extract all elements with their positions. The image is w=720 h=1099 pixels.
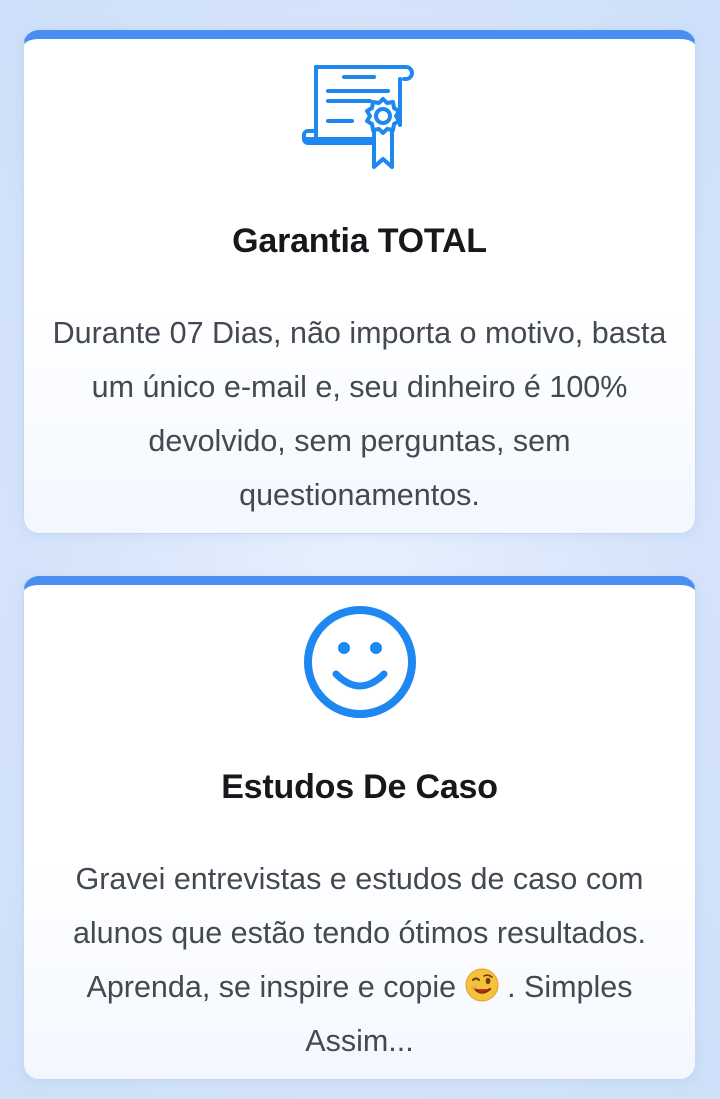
certificate-icon — [301, 63, 418, 173]
card-description: Durante 07 Dias, não importa o motivo, b… — [52, 316, 667, 512]
winking-face-emoji — [465, 965, 499, 1002]
guarantee-card: Garantia TOTAL Durante 07 Dias, não impo… — [23, 30, 696, 534]
card-description: Gravei entrevistas e estudos de caso com… — [44, 852, 675, 1068]
case-studies-card: Estudos De Caso Gravei entrevistas e est… — [23, 576, 696, 1080]
card-title: Estudos De Caso — [221, 768, 498, 806]
smiley-face-icon — [302, 604, 418, 720]
card-title: Garantia TOTAL — [232, 222, 487, 260]
